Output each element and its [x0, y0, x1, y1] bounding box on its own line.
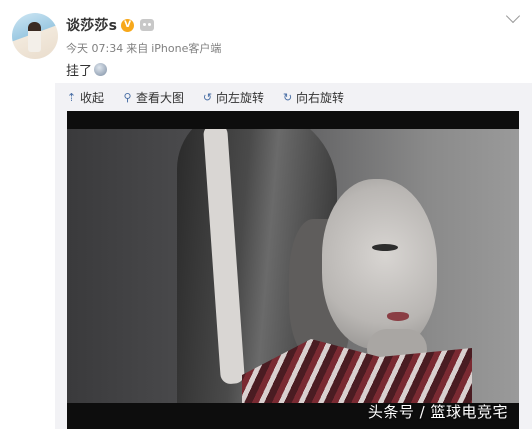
emoji-icon — [94, 63, 108, 76]
user-row: 谈莎莎s V — [66, 15, 155, 35]
rotate-right-icon: ↻ — [282, 90, 293, 104]
post-body: 挂了 — [66, 64, 93, 79]
post-meta: 今天 07:34 来自 iPhone客户端 — [66, 40, 221, 56]
rotate-left-icon: ↺ — [202, 90, 213, 104]
rotate-right-button[interactable]: ↻ 向右旋转 — [282, 89, 344, 106]
photo-eye — [372, 244, 398, 251]
collapse-button[interactable]: ⇡ 收起 — [66, 89, 104, 106]
post-source[interactable]: iPhone客户端 — [151, 40, 221, 56]
avatar-figure — [28, 22, 41, 52]
user-avatar[interactable] — [12, 13, 58, 59]
view-large-label: 查看大图 — [136, 90, 185, 105]
verified-v-icon[interactable]: V — [121, 18, 135, 32]
view-large-button[interactable]: ⚲ 查看大图 — [122, 89, 184, 106]
rotate-left-button[interactable]: ↺ 向左旋转 — [202, 89, 264, 106]
arrow-up-icon: ⇡ — [66, 90, 77, 104]
username-link[interactable]: 谈莎莎s — [66, 15, 117, 35]
post-time[interactable]: 今天 07:34 — [66, 40, 123, 56]
robot-badge-icon[interactable] — [140, 19, 155, 31]
photo-face — [322, 179, 437, 349]
source-prefix: 来自 — [126, 42, 149, 55]
media-panel: ⇡ 收起 ⚲ 查看大图 ↺ 向左旋转 ↻ 向右旋转 头条号 / 篮球电竞宅 — [55, 83, 532, 429]
post-text: 挂了 — [66, 60, 108, 79]
post-photo[interactable]: 头条号 / 篮球电竞宅 — [67, 111, 519, 429]
chevron-down-icon[interactable] — [505, 8, 521, 24]
photo-scene — [67, 129, 519, 403]
magnifier-icon: ⚲ — [123, 90, 132, 104]
collapse-label: 收起 — [80, 90, 105, 105]
image-toolbar: ⇡ 收起 ⚲ 查看大图 ↺ 向左旋转 ↻ 向右旋转 — [66, 87, 344, 107]
rotate-left-label: 向左旋转 — [216, 90, 265, 105]
watermark-text: 头条号 / 篮球电竞宅 — [367, 403, 508, 421]
rotate-right-label: 向右旋转 — [296, 90, 345, 105]
photo-lip — [387, 312, 409, 321]
